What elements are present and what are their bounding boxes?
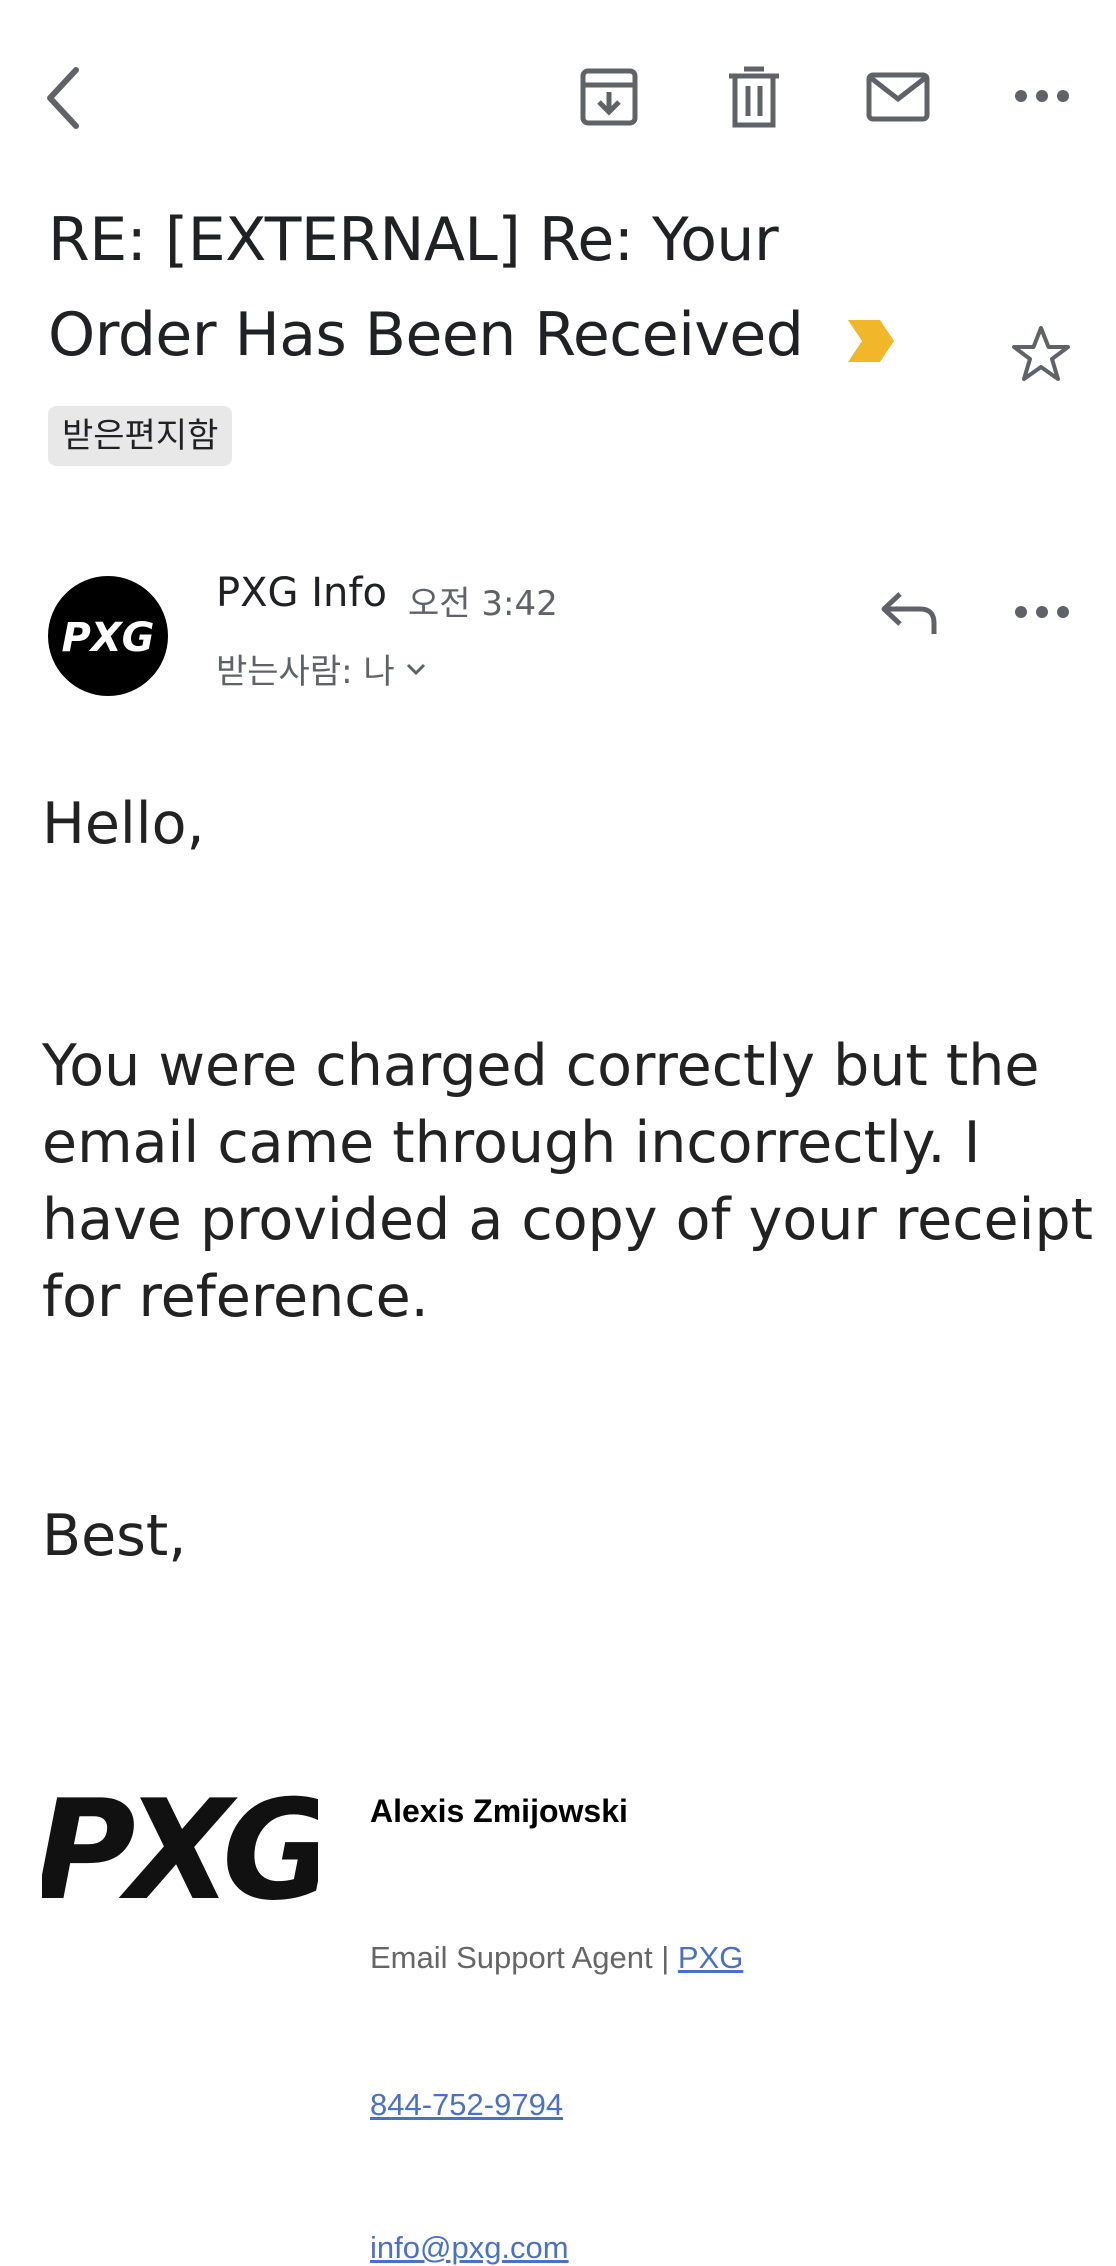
subject-line-1: RE: [EXTERNAL] Re: Your bbox=[48, 205, 779, 275]
chevron-down-icon bbox=[405, 661, 427, 677]
greeting: Hello, bbox=[42, 791, 205, 857]
phone-link[interactable]: 844-752-9794 bbox=[370, 2087, 563, 2123]
body-line: You were charged correctly but the bbox=[42, 1033, 1040, 1099]
trash-icon[interactable] bbox=[726, 66, 782, 128]
sender-time: 오전 3:42 bbox=[408, 584, 558, 624]
archive-icon[interactable] bbox=[578, 66, 640, 128]
message-more-icon[interactable] bbox=[1014, 602, 1070, 622]
closing: Best, bbox=[42, 1503, 187, 1569]
avatar-logo-text: PXG bbox=[62, 615, 155, 661]
signature-role: Email Support Agent | bbox=[370, 1940, 678, 1975]
body-line: have provided a copy of your receipt bbox=[42, 1187, 1093, 1253]
pxg-signature-logo: PXG bbox=[35, 1770, 341, 1931]
sender-name[interactable]: PXG Info bbox=[216, 570, 387, 616]
recipients-label: 받는사람: 나 bbox=[216, 652, 395, 692]
importance-marker-icon[interactable] bbox=[846, 318, 896, 364]
body-paragraph: You were charged correctly but the email… bbox=[42, 1028, 1093, 1336]
company-link[interactable]: PXG bbox=[678, 1940, 743, 1975]
avatar[interactable]: PXG bbox=[48, 576, 168, 696]
subject-line-2: Order Has Been Received bbox=[48, 300, 804, 370]
email-link[interactable]: info@pxg.com bbox=[370, 2230, 569, 2266]
toolbar bbox=[0, 0, 1116, 190]
more-horizontal-icon[interactable] bbox=[1014, 86, 1070, 106]
mail-icon[interactable] bbox=[866, 72, 930, 122]
inbox-label-chip[interactable]: 받은편지함 bbox=[48, 406, 233, 466]
star-icon[interactable] bbox=[1010, 324, 1072, 386]
body-line: for reference. bbox=[42, 1264, 429, 1330]
body-line: email came through incorrectly. I bbox=[42, 1110, 981, 1176]
recipients-toggle[interactable]: 받는사람: 나 bbox=[216, 644, 427, 693]
back-arrow-icon[interactable] bbox=[38, 60, 94, 136]
signature-logo-text: PXG bbox=[42, 1786, 318, 1914]
signature-title: Email Support Agent | PXG bbox=[370, 1940, 743, 1976]
phone-link-text[interactable]: 844-752-9794 bbox=[370, 2087, 563, 2122]
reply-icon[interactable] bbox=[880, 590, 940, 636]
signature-name: Alexis Zmijowski bbox=[370, 1793, 628, 1829]
email-link-text[interactable]: info@pxg.com bbox=[370, 2230, 569, 2265]
